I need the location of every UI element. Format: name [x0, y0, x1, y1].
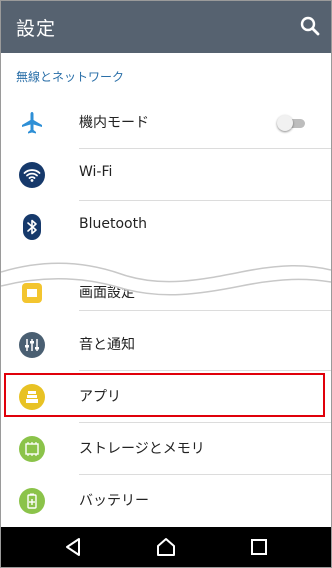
recents-icon[interactable]: [247, 535, 271, 559]
storage-icon: [19, 436, 45, 462]
settings-item-airplane-mode[interactable]: 機内モード: [1, 97, 331, 149]
section-header-wireless: 無線とネットワーク: [16, 70, 125, 84]
navigation-bar: [1, 527, 331, 567]
search-icon[interactable]: [299, 15, 321, 37]
settings-item-sound[interactable]: 音と通知: [1, 319, 331, 371]
wifi-icon: [19, 162, 45, 188]
settings-item-label: バッテリー: [79, 493, 149, 509]
settings-item-wifi[interactable]: Wi-Fi: [1, 149, 331, 201]
divider: [79, 310, 331, 311]
toggle-knob: [277, 115, 293, 131]
sound-icon: [19, 332, 45, 358]
airplane-mode-toggle[interactable]: [277, 115, 307, 131]
settings-item-label: ストレージとメモリ: [79, 441, 205, 457]
app-bar: 設定: [1, 1, 331, 53]
screen-cut-wave: [1, 262, 331, 296]
settings-item-label: Wi-Fi: [79, 164, 113, 180]
settings-item-storage[interactable]: ストレージとメモリ: [1, 423, 331, 475]
settings-item-battery[interactable]: バッテリー: [1, 475, 331, 527]
highlight-box: [4, 373, 325, 417]
home-icon[interactable]: [154, 535, 178, 559]
bluetooth-icon: [19, 214, 45, 240]
airplane-icon: [19, 110, 45, 136]
page-title: 設定: [16, 18, 57, 40]
settings-screen: 設定 無線とネットワーク 機内モード Wi-Fi Bluetooth 画面設定 …: [0, 0, 332, 568]
settings-item-label: Bluetooth: [79, 216, 147, 232]
settings-item-label: 音と通知: [79, 337, 135, 353]
battery-icon: [19, 488, 45, 514]
back-icon[interactable]: [61, 535, 85, 559]
settings-item-label: 機内モード: [79, 115, 149, 131]
settings-item-bluetooth[interactable]: Bluetooth: [1, 201, 331, 253]
